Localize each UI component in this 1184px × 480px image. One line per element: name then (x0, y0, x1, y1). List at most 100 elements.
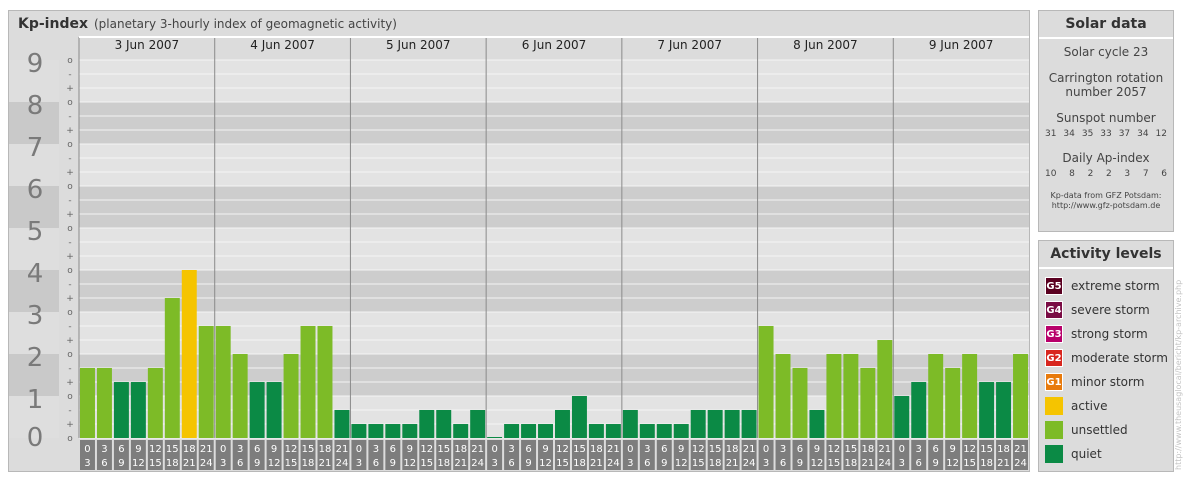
interval-start-label: 0 (627, 444, 633, 455)
interval-end-label: 9 (390, 458, 396, 469)
interval-end-label: 21 (590, 458, 603, 469)
kp-bar (588, 424, 604, 438)
interval-end-label: 6 (373, 458, 379, 469)
interval-end-label: 24 (743, 458, 756, 469)
interval-end-label: 15 (828, 458, 841, 469)
interval-start-label: 9 (407, 444, 413, 455)
interval-end-label: 12 (539, 458, 552, 469)
y-tick-label-6: 6 (27, 175, 44, 205)
credit-link[interactable]: http://www.gfz-potsdam.de (1039, 201, 1173, 211)
kp-bar (639, 424, 655, 438)
interval-end-label: 6 (508, 458, 514, 469)
day-label: 6 Jun 2007 (522, 38, 587, 52)
kp-bar (962, 354, 978, 438)
interval-end-label: 15 (963, 458, 976, 469)
kp-bar (673, 424, 689, 438)
interval-end-label: 9 (254, 458, 260, 469)
interval-start-label: 9 (949, 444, 955, 455)
kp-bar (826, 354, 842, 438)
interval-end-label: 9 (797, 458, 803, 469)
interval-end-label: 24 (471, 458, 484, 469)
interval-start-label: 18 (590, 444, 603, 455)
kp-chart-panel: Kp-index (planetary 3-hourly index of geo… (8, 10, 1030, 472)
kp-bar (741, 409, 757, 438)
interval-start-label: 21 (471, 444, 484, 455)
interval-end-label: 12 (268, 458, 281, 469)
kp-bar (656, 424, 672, 438)
kp-bar (215, 325, 231, 438)
minor-tick-label: - (68, 238, 71, 248)
ap-values: 10 8 2 2 3 7 6 (1039, 169, 1173, 179)
level-swatch: G5 (1045, 277, 1063, 295)
kp-bar (453, 424, 469, 438)
day-label: 7 Jun 2007 (657, 38, 722, 52)
interval-end-label: 15 (285, 458, 298, 469)
interval-end-label: 24 (607, 458, 620, 469)
kp-bar (605, 424, 621, 438)
interval-end-label: 18 (709, 458, 722, 469)
y-tick-label-5: 5 (27, 217, 44, 247)
kp-bar (470, 409, 486, 438)
sunspot-value-3: 33 (1100, 129, 1112, 139)
kp-bar (571, 396, 587, 438)
level-label: strong storm (1071, 327, 1148, 341)
kp-bar (945, 367, 961, 438)
credit-line-1: Kp-data from GFZ Potsdam: (1050, 191, 1162, 200)
y-tick-label-1: 1 (27, 385, 44, 415)
interval-end-label: 3 (356, 458, 362, 469)
interval-start-label: 6 (661, 444, 667, 455)
kp-bar (792, 367, 808, 438)
interval-start-label: 21 (878, 444, 891, 455)
interval-start-label: 12 (285, 444, 298, 455)
interval-start-label: 15 (302, 444, 315, 455)
y-tick-label-4: 4 (27, 259, 44, 289)
kp-bar (351, 424, 367, 438)
ap-value-0: 10 (1045, 169, 1057, 179)
interval-start-label: 15 (980, 444, 993, 455)
interval-start-label: 6 (254, 444, 260, 455)
level-label: severe storm (1071, 303, 1150, 317)
kp-bar (775, 354, 791, 438)
level-label: moderate storm (1071, 351, 1168, 365)
minor-tick-label: - (68, 112, 71, 122)
kp-bar (843, 354, 859, 438)
level-item-extreme-storm: G5 extreme storm (1045, 277, 1173, 295)
interval-start-label: 18 (454, 444, 467, 455)
interval-start-label: 0 (356, 444, 362, 455)
interval-start-label: 21 (1014, 444, 1027, 455)
minor-tick-label: - (68, 364, 71, 374)
interval-end-label: 6 (644, 458, 650, 469)
interval-start-label: 9 (135, 444, 141, 455)
level-label: extreme storm (1071, 279, 1160, 293)
level-swatch: G2 (1045, 349, 1063, 367)
minor-tick-label: o (67, 56, 73, 66)
interval-end-label: 3 (627, 458, 633, 469)
interval-end-label: 21 (319, 458, 332, 469)
interval-end-label: 24 (1014, 458, 1027, 469)
kp-bar (877, 340, 893, 438)
interval-end-label: 6 (101, 458, 107, 469)
level-swatch (1045, 445, 1063, 463)
day-label: 9 Jun 2007 (929, 38, 994, 52)
sunspot-value-0: 31 (1045, 129, 1057, 139)
day-label: 3 Jun 2007 (115, 38, 180, 52)
kp-bar (979, 382, 995, 438)
kp-bar (147, 367, 163, 438)
interval-end-label: 18 (166, 458, 179, 469)
interval-start-label: 6 (797, 444, 803, 455)
level-item-quiet: quiet (1045, 445, 1173, 463)
kp-bar (402, 424, 418, 438)
interval-end-label: 9 (933, 458, 939, 469)
ap-value-5: 7 (1142, 169, 1149, 179)
interval-end-label: 3 (763, 458, 769, 469)
ap-value-6: 6 (1161, 169, 1167, 179)
interval-end-label: 3 (220, 458, 226, 469)
interval-start-label: 3 (780, 444, 786, 455)
interval-end-label: 3 (491, 458, 497, 469)
interval-start-label: 6 (525, 444, 531, 455)
kp-bar (996, 382, 1012, 438)
kp-band (79, 186, 1029, 228)
level-swatch: G4 (1045, 301, 1063, 319)
interval-end-label: 12 (675, 458, 688, 469)
interval-start-label: 15 (166, 444, 179, 455)
